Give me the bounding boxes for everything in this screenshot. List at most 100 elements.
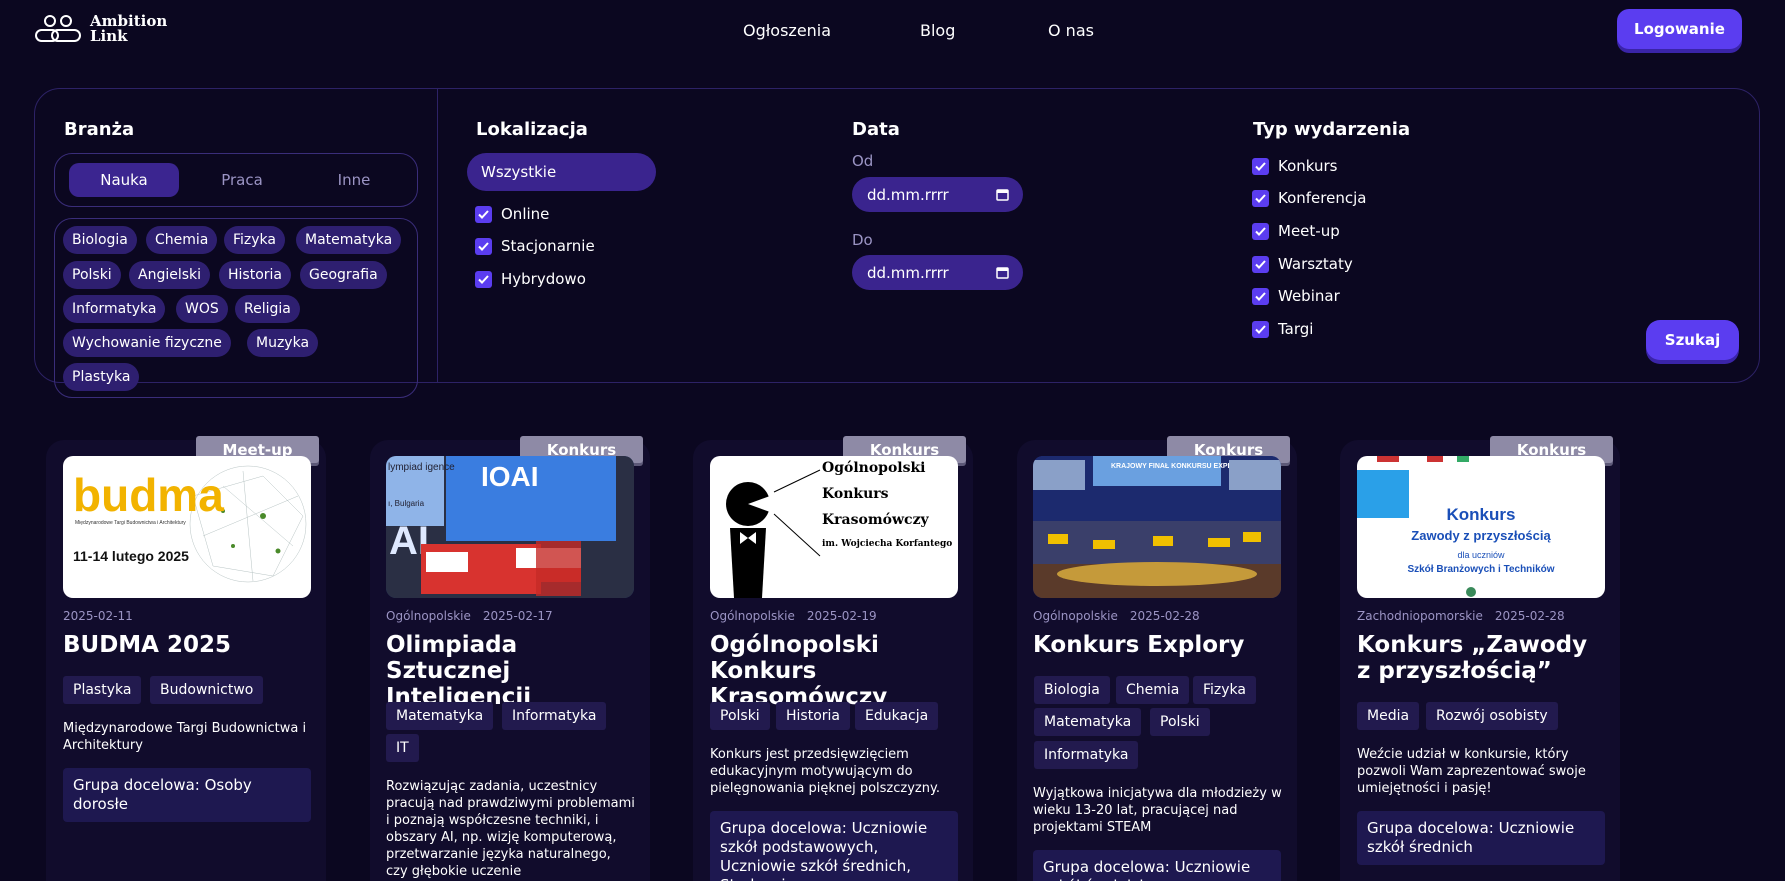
- checkbox-checked-icon: [475, 270, 492, 288]
- checkbox-checked-icon: [1252, 287, 1269, 305]
- date-to-input[interactable]: dd.mm.rrrr: [852, 255, 1023, 290]
- tag-geografia[interactable]: Geografia: [300, 261, 387, 289]
- tag-chemia[interactable]: Chemia: [146, 226, 218, 254]
- data-title: Data: [852, 119, 900, 140]
- card-description: Wyjątkowa inicjatywa dla młodzieży w wie…: [1033, 786, 1282, 835]
- card-title[interactable]: Ogólnopolski Konkurs Krasomówczy: [710, 632, 960, 710]
- card-target-group: Grupa docelowa: Uczniowie szkół podstawo…: [710, 811, 958, 881]
- checkbox-webinar[interactable]: Webinar: [1252, 287, 1340, 305]
- checkbox-checked-icon: [1252, 157, 1269, 175]
- checkbox-checked-icon: [1252, 255, 1269, 273]
- checkbox-checked-icon: [1252, 320, 1269, 338]
- checkbox-label: Warsztaty: [1278, 255, 1353, 273]
- card-tag: Budownictwo: [150, 676, 264, 704]
- card-tag: Plastyka: [63, 676, 142, 704]
- card-tag: Biologia: [1034, 676, 1110, 704]
- logo[interactable]: Ambition Link: [34, 14, 167, 44]
- card-tag: Informatyka: [1034, 741, 1139, 769]
- nav-o-nas[interactable]: O nas: [1048, 21, 1094, 40]
- tag-plastyka[interactable]: Plastyka: [63, 363, 140, 391]
- tag-polski[interactable]: Polski: [63, 261, 121, 289]
- card-title[interactable]: Konkurs Explory: [1033, 632, 1283, 658]
- card-description: Międzynarodowe Targi Budownictwa i Archi…: [63, 721, 307, 753]
- svg-text:Krasomówczy: Krasomówczy: [822, 512, 930, 528]
- card-image: KRAJOWY FINAŁ KONKURSU EXPLORY: [1033, 456, 1281, 598]
- checkbox-checked-icon: [475, 205, 492, 223]
- card-meta: Ogólnopolskie 2025-02-17: [386, 609, 553, 623]
- tag-historia[interactable]: Historia: [219, 261, 291, 289]
- checkbox-label: Stacjonarnie: [501, 237, 595, 255]
- tag-wychowanie-fizyczne[interactable]: Wychowanie fizyczne: [63, 329, 231, 357]
- checkbox-warsztaty[interactable]: Warsztaty: [1252, 255, 1353, 273]
- segment-inne[interactable]: Inne: [299, 163, 409, 197]
- card-description: Weźcie udział w konkursie, który pozwoli…: [1357, 747, 1586, 796]
- date-to-label: Do: [852, 231, 873, 249]
- card-tag: Edukacja: [855, 702, 939, 730]
- logo-text: Ambition Link: [90, 12, 168, 45]
- checkbox-label: Meet-up: [1278, 222, 1340, 240]
- card-meta: 2025-02-11: [63, 609, 133, 623]
- card-target-group: Grupa docelowa: Uczniowie szkół średnich: [1357, 811, 1605, 865]
- card-image: lympiad igence ı, Bulgaria AI IOAI: [386, 456, 634, 598]
- checkbox-stacjonarnie[interactable]: Stacjonarnie: [475, 237, 595, 255]
- svg-text:budma: budma: [73, 469, 224, 521]
- segment-nauka[interactable]: Nauka: [69, 163, 179, 197]
- card-tag: Matematyka: [1034, 708, 1142, 736]
- card-title[interactable]: BUDMA 2025: [63, 632, 313, 658]
- card-image: Konkurs Zawody z przyszłością dla ucznió…: [1357, 456, 1605, 598]
- svg-text:Szkół Branżowych i Techników: Szkół Branżowych i Techników: [1407, 564, 1554, 575]
- checkbox-label: Online: [501, 205, 550, 223]
- checkbox-checked-icon: [475, 237, 492, 255]
- card-tag: Polski: [1150, 708, 1210, 736]
- checkbox-label: Hybrydowo: [501, 270, 586, 288]
- checkbox-label: Webinar: [1278, 287, 1340, 305]
- svg-text:dla uczniów: dla uczniów: [1457, 550, 1505, 560]
- svg-text:KRAJOWY FINAŁ KONKURSU EXPLORY: KRAJOWY FINAŁ KONKURSU EXPLORY: [1111, 463, 1247, 470]
- lokalizacja-select[interactable]: Wszystkie: [467, 153, 656, 191]
- checkbox-targi[interactable]: Targi: [1252, 320, 1313, 338]
- calendar-icon[interactable]: [996, 188, 1009, 201]
- date-from-value: dd.mm.rrrr: [867, 185, 949, 204]
- checkbox-hybrydowo[interactable]: Hybrydowo: [475, 270, 586, 288]
- card-target-group: Grupa docelowa: Osoby dorosłe: [63, 768, 311, 822]
- card-tag: Polski: [710, 702, 770, 730]
- tag-angielski[interactable]: Angielski: [129, 261, 211, 289]
- nav-ogloszenia[interactable]: Ogłoszenia: [743, 21, 831, 40]
- card-image: Ogólnopolski Konkurs Krasomówczy im. Woj…: [710, 456, 958, 598]
- calendar-icon[interactable]: [996, 266, 1009, 279]
- card-tag: Rozwój osobisty: [1426, 702, 1558, 730]
- tag-fizyka[interactable]: Fizyka: [224, 226, 285, 254]
- checkbox-konferencja[interactable]: Konferencja: [1252, 189, 1366, 207]
- date-to-value: dd.mm.rrrr: [867, 263, 949, 282]
- tag-muzyka[interactable]: Muzyka: [247, 329, 319, 357]
- tag-religia[interactable]: Religia: [235, 295, 300, 323]
- checkbox-konkurs[interactable]: Konkurs: [1252, 157, 1338, 175]
- tag-matematyka[interactable]: Matematyka: [296, 226, 402, 254]
- tag-wos[interactable]: WOS: [176, 295, 228, 323]
- svg-text:Konkurs: Konkurs: [822, 486, 889, 502]
- card-meta: Ogólnopolskie 2025-02-28: [1033, 609, 1200, 623]
- date-from-input[interactable]: dd.mm.rrrr: [852, 177, 1023, 212]
- svg-text:Zawody z przyszłością: Zawody z przyszłością: [1411, 528, 1551, 543]
- checkbox-label: Konferencja: [1278, 189, 1367, 207]
- segment-praca[interactable]: Praca: [187, 163, 297, 197]
- nav-blog[interactable]: Blog: [920, 21, 955, 40]
- card-tag: IT: [386, 734, 419, 762]
- search-button[interactable]: Szukaj: [1646, 320, 1739, 360]
- svg-text:IOAI: IOAI: [481, 461, 539, 492]
- card-title[interactable]: Konkurs „Zawody z przyszłością”: [1357, 632, 1607, 684]
- branza-title: Branża: [64, 119, 135, 140]
- card-tag: Matematyka: [386, 702, 494, 730]
- tag-biologia[interactable]: Biologia: [63, 226, 137, 254]
- typ-title: Typ wydarzenia: [1253, 119, 1411, 140]
- checkbox-online[interactable]: Online: [475, 205, 549, 223]
- checkbox-checked-icon: [1252, 189, 1269, 207]
- filter-divider: [437, 89, 438, 382]
- card-description: Rozwiązując zadania, uczestnicy pracują …: [386, 779, 635, 879]
- lokalizacja-title: Lokalizacja: [476, 119, 588, 140]
- svg-text:im. Wojciecha Korfantego: im. Wojciecha Korfantego: [822, 539, 952, 549]
- login-button[interactable]: Logowanie: [1617, 9, 1742, 49]
- card-title[interactable]: Olimpiada Sztucznej Inteligencji: [386, 632, 636, 710]
- checkbox-meetup[interactable]: Meet-up: [1252, 222, 1340, 240]
- tag-informatyka[interactable]: Informatyka: [63, 295, 166, 323]
